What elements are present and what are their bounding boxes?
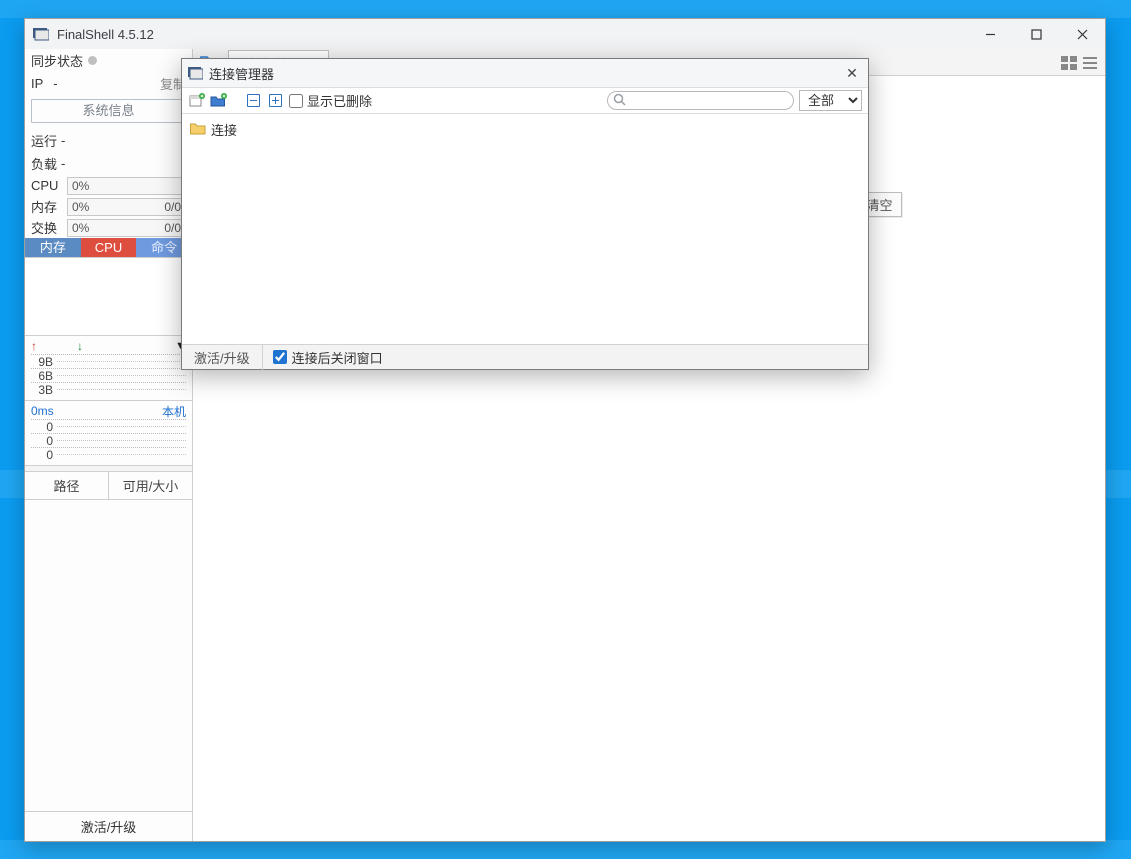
- search-input[interactable]: [607, 91, 794, 110]
- close-after-connect-label: 连接后关闭窗口: [292, 348, 383, 367]
- expand-all-icon[interactable]: [267, 92, 284, 109]
- mem-label: 内存: [31, 197, 67, 216]
- sync-status-row: 同步状态: [25, 49, 192, 72]
- folder-icon: [190, 122, 206, 138]
- app-icon: [33, 27, 49, 41]
- segment-tabs: 内存 CPU 命令: [25, 238, 192, 257]
- collapse-all-icon[interactable]: [245, 92, 262, 109]
- ping-tick: 0: [31, 420, 53, 434]
- show-deleted-label: 显示已删除: [307, 91, 372, 110]
- swap-pct: 0%: [72, 221, 89, 235]
- dialog-title: 连接管理器: [209, 64, 842, 83]
- cpu-bar: 0%: [67, 177, 186, 195]
- ping-tick: 0: [31, 434, 53, 448]
- close-after-connect-checkbox[interactable]: [273, 350, 287, 364]
- mem-pct: 0%: [72, 200, 89, 214]
- seg-cpu[interactable]: CPU: [81, 238, 137, 257]
- storage-col-size: 可用/大小: [109, 472, 192, 499]
- load-value: -: [61, 156, 65, 171]
- run-row: 运行 -: [25, 129, 192, 152]
- load-row: 负载 -: [25, 152, 192, 175]
- storage-col-path: 路径: [25, 472, 109, 499]
- traffic-tick: 3B: [31, 383, 53, 397]
- app-title: FinalShell 4.5.12: [57, 27, 967, 42]
- titlebar: FinalShell 4.5.12: [25, 19, 1105, 49]
- dialog-close-button[interactable]: ✕: [842, 65, 862, 82]
- dialog-titlebar: 连接管理器 ✕: [182, 59, 868, 87]
- window-minimize-button[interactable]: [967, 19, 1013, 49]
- filter-select[interactable]: 全部: [799, 90, 862, 111]
- swap-bar: 0% 0/0: [67, 219, 186, 237]
- window-close-button[interactable]: [1059, 19, 1105, 49]
- search-icon: [613, 93, 626, 109]
- arrow-down-icon: ↓: [77, 339, 83, 353]
- system-info-button[interactable]: 系统信息: [31, 99, 186, 123]
- dialog-body: 连接: [182, 114, 868, 344]
- run-label: 运行: [31, 131, 57, 150]
- ping-target[interactable]: 本机: [162, 403, 186, 420]
- dialog-footer: 激活/升级 连接后关闭窗口: [182, 344, 868, 369]
- storage-body: [25, 500, 192, 811]
- traffic-chart: ↑ ↓ ▼ 9B 6B 3B: [25, 335, 192, 400]
- run-value: -: [61, 133, 65, 148]
- mem-right: 0/0: [164, 200, 181, 214]
- ping-value: 0ms: [31, 404, 54, 418]
- show-deleted-checkbox[interactable]: [289, 94, 303, 108]
- sidebar: 同步状态 IP - 复制 系统信息 运行 - 负载 - CPU 0%: [25, 49, 193, 841]
- new-connection-icon[interactable]: [188, 92, 205, 109]
- ping-chart: 0ms 本机 0 0 0: [25, 400, 192, 465]
- dialog-toolbar: 显示已删除 全部: [182, 87, 868, 114]
- tree-root-label: 连接: [211, 120, 237, 139]
- ping-tick: 0: [31, 448, 53, 462]
- process-pane: [25, 257, 192, 335]
- swap-row: 交换 0% 0/0: [25, 217, 192, 238]
- swap-label: 交换: [31, 218, 67, 237]
- sync-status-label: 同步状态: [31, 51, 83, 70]
- dialog-app-icon: [188, 67, 203, 80]
- sync-status-dot-icon: [88, 56, 97, 65]
- traffic-tick: 6B: [31, 369, 53, 383]
- window-maximize-button[interactable]: [1013, 19, 1059, 49]
- arrow-up-icon: ↑: [31, 339, 37, 353]
- swap-right: 0/0: [164, 221, 181, 235]
- cpu-row: CPU 0%: [25, 175, 192, 196]
- seg-mem[interactable]: 内存: [25, 238, 81, 257]
- connection-manager-dialog: 连接管理器 ✕ 显示已删除 全部 连接: [181, 58, 869, 370]
- ip-row: IP - 复制: [25, 72, 192, 95]
- storage-header: 路径 可用/大小: [25, 471, 192, 500]
- tree-root-item[interactable]: 连接: [186, 118, 864, 141]
- mem-row: 内存 0% 0/0: [25, 196, 192, 217]
- mem-bar: 0% 0/0: [67, 198, 186, 216]
- grid-view-icon[interactable]: [1061, 56, 1077, 75]
- ip-label: IP: [31, 76, 43, 91]
- traffic-tick: 9B: [31, 355, 53, 369]
- sidebar-activate-button[interactable]: 激活/升级: [25, 811, 192, 841]
- dialog-activate-button[interactable]: 激活/升级: [182, 345, 263, 370]
- new-folder-icon[interactable]: [210, 92, 227, 109]
- ip-value: -: [53, 76, 57, 91]
- list-view-icon[interactable]: [1083, 56, 1097, 75]
- load-label: 负载: [31, 154, 57, 173]
- cpu-label: CPU: [31, 178, 67, 193]
- cpu-pct: 0%: [72, 179, 89, 193]
